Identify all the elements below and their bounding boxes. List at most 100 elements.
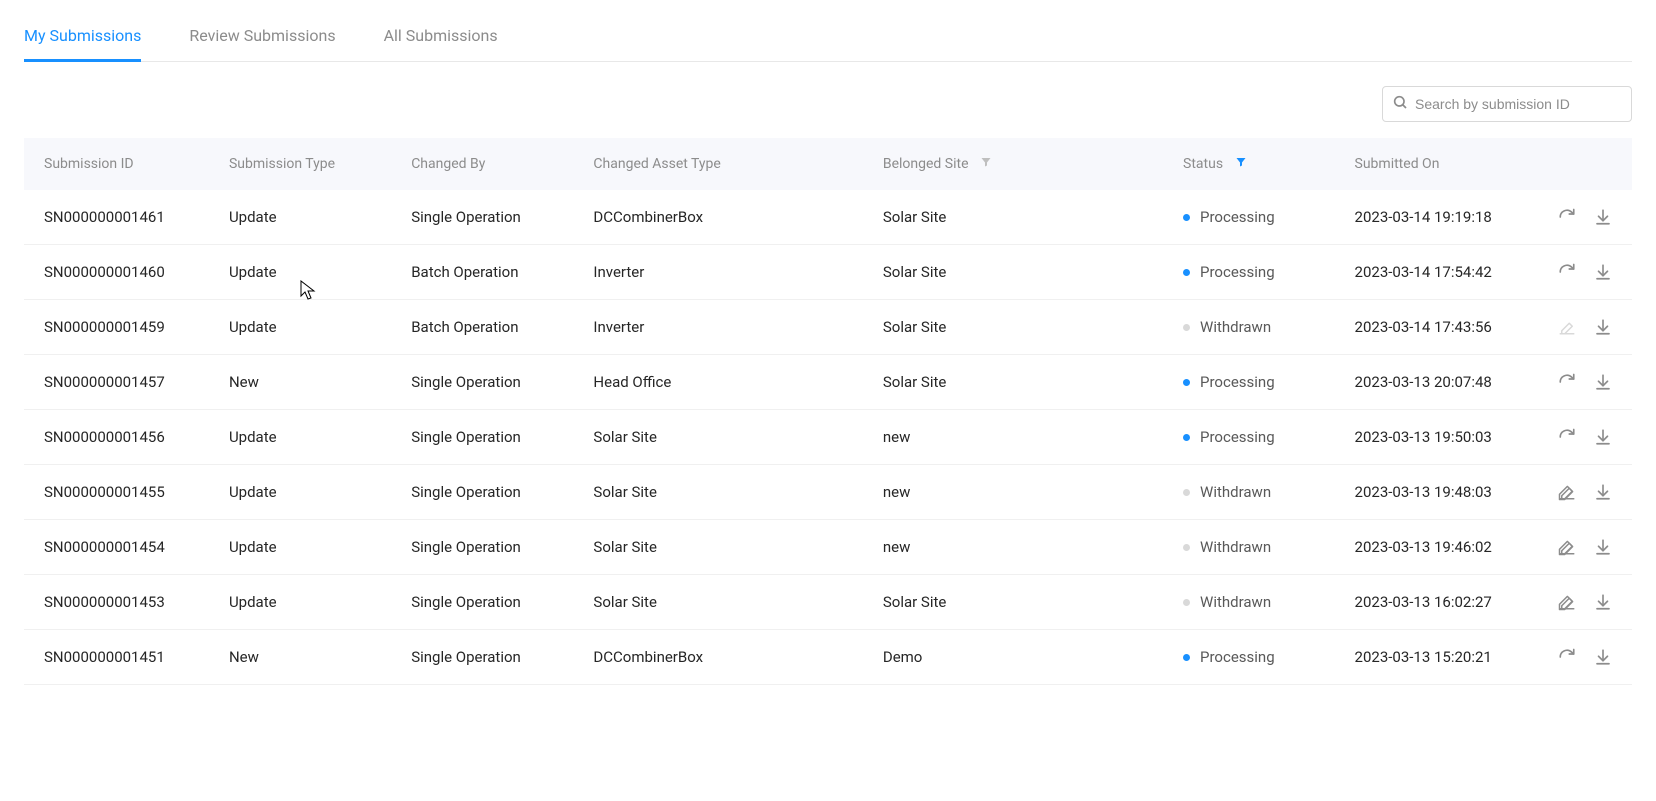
table-row: SN000000001455UpdateSingle OperationSola… [24,465,1632,520]
col-header-belonged-site[interactable]: Belonged Site [871,138,1171,190]
cell-belonged-site: new [871,410,1171,465]
table-row: SN000000001459UpdateBatch OperationInver… [24,300,1632,355]
tab-my-submissions[interactable]: My Submissions [24,12,141,62]
table-row: SN000000001460UpdateBatch OperationInver… [24,245,1632,300]
cell-submitted-on: 2023-03-13 20:07:48 [1343,355,1536,410]
status-label: Processing [1200,208,1275,226]
cell-changed-by: Single Operation [399,410,581,465]
status-label: Processing [1200,648,1275,666]
search-input[interactable] [1382,86,1632,122]
cell-status: Processing [1171,630,1343,685]
cell-changed-asset-type: Solar Site [581,465,870,520]
col-header-submitted-on[interactable]: Submitted On [1343,138,1536,190]
redo-icon[interactable] [1558,208,1576,226]
cell-changed-asset-type: Solar Site [581,410,870,465]
table-row: SN000000001453UpdateSingle OperationSola… [24,575,1632,630]
filter-icon[interactable] [1235,156,1247,172]
cell-status: Withdrawn [1171,465,1343,520]
edit-icon[interactable] [1558,538,1576,556]
download-icon[interactable] [1594,538,1612,556]
cell-belonged-site: Solar Site [871,575,1171,630]
cell-belonged-site: Demo [871,630,1171,685]
status-label: Withdrawn [1200,483,1271,501]
cell-submission-type: New [217,355,399,410]
cell-submission-id: SN000000001457 [24,355,217,410]
table-row: SN000000001454UpdateSingle OperationSola… [24,520,1632,575]
redo-icon[interactable] [1558,263,1576,281]
edit-icon[interactable] [1558,593,1576,611]
col-header-submission-type[interactable]: Submission Type [217,138,399,190]
filter-icon[interactable] [980,156,992,172]
cell-changed-by: Single Operation [399,575,581,630]
cell-submitted-on: 2023-03-13 19:48:03 [1343,465,1536,520]
cell-submission-id: SN000000001456 [24,410,217,465]
download-icon[interactable] [1594,263,1612,281]
col-header-label: Changed By [411,156,485,172]
cell-changed-asset-type: DCCombinerBox [581,630,870,685]
redo-icon[interactable] [1558,648,1576,666]
cell-submission-id: SN000000001461 [24,190,217,245]
cell-changed-by: Batch Operation [399,245,581,300]
status-dot-icon [1183,544,1190,551]
cell-changed-by: Single Operation [399,355,581,410]
toolbar [24,86,1632,122]
cell-actions [1535,410,1632,465]
edit-icon[interactable] [1558,483,1576,501]
status-dot-icon [1183,269,1190,276]
cell-submission-type: Update [217,300,399,355]
download-icon[interactable] [1594,483,1612,501]
cell-changed-asset-type: Inverter [581,300,870,355]
cell-submitted-on: 2023-03-14 17:54:42 [1343,245,1536,300]
cell-changed-asset-type: Solar Site [581,575,870,630]
cell-submission-type: Update [217,190,399,245]
tab-all-submissions[interactable]: All Submissions [384,12,498,62]
cell-status: Withdrawn [1171,575,1343,630]
download-icon[interactable] [1594,593,1612,611]
cell-belonged-site: Solar Site [871,190,1171,245]
cell-changed-by: Batch Operation [399,300,581,355]
cell-submission-type: Update [217,410,399,465]
col-header-actions [1535,138,1632,190]
cell-submission-id: SN000000001453 [24,575,217,630]
col-header-label: Belonged Site [883,156,969,172]
download-icon[interactable] [1594,373,1612,391]
cell-submission-id: SN000000001455 [24,465,217,520]
col-header-label: Submitted On [1355,156,1440,172]
status-label: Processing [1200,428,1275,446]
edit-icon [1558,318,1576,336]
cell-submitted-on: 2023-03-13 16:02:27 [1343,575,1536,630]
cell-submission-id: SN000000001454 [24,520,217,575]
redo-icon[interactable] [1558,373,1576,391]
col-header-changed-by[interactable]: Changed By [399,138,581,190]
status-dot-icon [1183,434,1190,441]
cell-changed-asset-type: DCCombinerBox [581,190,870,245]
col-header-submission-id[interactable]: Submission ID [24,138,217,190]
cell-actions [1535,190,1632,245]
status-dot-icon [1183,654,1190,661]
download-icon[interactable] [1594,318,1612,336]
cell-belonged-site: Solar Site [871,300,1171,355]
cell-changed-by: Single Operation [399,465,581,520]
redo-icon[interactable] [1558,428,1576,446]
col-header-status[interactable]: Status [1171,138,1343,190]
download-icon[interactable] [1594,208,1612,226]
cell-submission-type: Update [217,245,399,300]
download-icon[interactable] [1594,428,1612,446]
table-row: SN000000001457NewSingle OperationHead Of… [24,355,1632,410]
table-body: SN000000001461UpdateSingle OperationDCCo… [24,190,1632,685]
cell-status: Processing [1171,355,1343,410]
cell-actions [1535,245,1632,300]
download-icon[interactable] [1594,648,1612,666]
cell-submission-id: SN000000001460 [24,245,217,300]
col-header-changed-asset-type[interactable]: Changed Asset Type [581,138,870,190]
tab-review-submissions[interactable]: Review Submissions [189,12,335,62]
submissions-table: Submission ID Submission Type Changed By… [24,138,1632,685]
cell-submitted-on: 2023-03-13 19:50:03 [1343,410,1536,465]
cell-belonged-site: Solar Site [871,245,1171,300]
col-header-label: Status [1183,156,1223,172]
cell-actions [1535,575,1632,630]
cell-submitted-on: 2023-03-13 15:20:21 [1343,630,1536,685]
status-dot-icon [1183,599,1190,606]
cell-actions [1535,465,1632,520]
cell-status: Processing [1171,245,1343,300]
